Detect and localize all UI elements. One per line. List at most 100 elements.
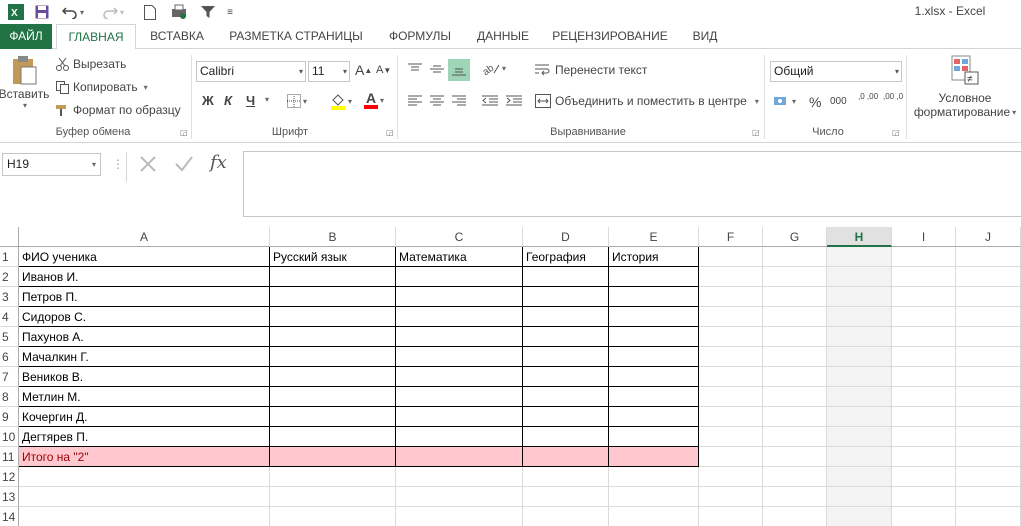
cell-e14[interactable] (609, 507, 699, 526)
cut-button[interactable]: Вырезать (54, 55, 126, 73)
cell-c9[interactable] (396, 407, 523, 427)
column-header-d[interactable]: D (523, 227, 609, 247)
cell-g12[interactable] (763, 467, 827, 487)
align-middle-button[interactable] (430, 63, 444, 75)
cell-f2[interactable] (699, 267, 763, 287)
increase-decimal-button[interactable]: ,0 ,00 (858, 93, 878, 101)
cell-h13[interactable] (827, 487, 892, 507)
copy-button[interactable]: Копировать ▾ (54, 78, 148, 96)
align-left-button[interactable] (408, 95, 422, 107)
undo-icon[interactable]: ▾ (58, 2, 88, 22)
cell-h6[interactable] (827, 347, 892, 367)
row-header-1[interactable]: 1 (0, 247, 19, 267)
column-header-e[interactable]: E (609, 227, 699, 247)
cell-f6[interactable] (699, 347, 763, 367)
cell-j10[interactable] (956, 427, 1021, 447)
row-header-3[interactable]: 3 (0, 287, 19, 307)
cell-g1[interactable] (763, 247, 827, 267)
cell-b2[interactable] (270, 267, 396, 287)
cell-g14[interactable] (763, 507, 827, 526)
cell-f4[interactable] (699, 307, 763, 327)
cell-i3[interactable] (892, 287, 956, 307)
enter-check-icon[interactable] (174, 154, 194, 177)
alignment-launcher-icon[interactable]: ◲ (752, 128, 760, 137)
cell-f12[interactable] (699, 467, 763, 487)
cell-j1[interactable] (956, 247, 1021, 267)
tab-formulas[interactable]: ФОРМУЛЫ (380, 24, 460, 49)
cell-i6[interactable] (892, 347, 956, 367)
cell-f3[interactable] (699, 287, 763, 307)
cell-h5[interactable] (827, 327, 892, 347)
cell-h1[interactable] (827, 247, 892, 267)
cell-d7[interactable] (523, 367, 609, 387)
thousands-separator-button[interactable]: 000 (830, 96, 847, 107)
cell-a5[interactable]: Пахунов А. (19, 327, 270, 347)
cell-i12[interactable] (892, 467, 956, 487)
cell-i4[interactable] (892, 307, 956, 327)
cell-e9[interactable] (609, 407, 699, 427)
cell-h12[interactable] (827, 467, 892, 487)
cell-j11[interactable] (956, 447, 1021, 467)
cell-d9[interactable] (523, 407, 609, 427)
cell-c10[interactable] (396, 427, 523, 447)
tab-file[interactable]: ФАЙЛ (0, 24, 52, 49)
shrink-font-button[interactable]: A ▼ (376, 64, 391, 76)
decrease-decimal-button[interactable]: ,00 ,0 (883, 93, 903, 101)
cell-g3[interactable] (763, 287, 827, 307)
cell-h2[interactable] (827, 267, 892, 287)
clipboard-launcher-icon[interactable]: ◲ (180, 128, 188, 137)
cell-i5[interactable] (892, 327, 956, 347)
cell-a9[interactable]: Кочергин Д. (19, 407, 270, 427)
tab-page-layout[interactable]: РАЗМЕТКА СТРАНИЦЫ (222, 24, 370, 49)
cell-c6[interactable] (396, 347, 523, 367)
filter-icon[interactable] (198, 2, 218, 22)
copy-dropdown-icon[interactable]: ▾ (144, 83, 148, 92)
cell-a8[interactable]: Метлин М. (19, 387, 270, 407)
cell-j8[interactable] (956, 387, 1021, 407)
format-painter-button[interactable]: Формат по образцу (54, 101, 181, 119)
tab-view[interactable]: ВИД (682, 24, 728, 49)
cell-a7[interactable]: Веников В. (19, 367, 270, 387)
cell-c1[interactable]: Математика (396, 247, 523, 267)
bold-button[interactable]: Ж (202, 93, 214, 108)
underline-dropdown-icon[interactable]: ▾ (263, 95, 269, 104)
cell-a12[interactable] (19, 467, 270, 487)
cell-a6[interactable]: Мачалкин Г. (19, 347, 270, 367)
cell-f13[interactable] (699, 487, 763, 507)
row-header-8[interactable]: 8 (0, 387, 19, 407)
cell-c12[interactable] (396, 467, 523, 487)
row-header-5[interactable]: 5 (0, 327, 19, 347)
cancel-icon[interactable] (138, 154, 158, 177)
cell-h10[interactable] (827, 427, 892, 447)
column-header-f[interactable]: F (699, 227, 763, 247)
tab-review[interactable]: РЕЦЕНЗИРОВАНИЕ (548, 24, 672, 49)
cell-d1[interactable]: География (523, 247, 609, 267)
cell-c3[interactable] (396, 287, 523, 307)
cell-d8[interactable] (523, 387, 609, 407)
cell-j3[interactable] (956, 287, 1021, 307)
cell-d5[interactable] (523, 327, 609, 347)
tab-data[interactable]: ДАННЫЕ (468, 24, 538, 49)
cell-b3[interactable] (270, 287, 396, 307)
row-header-13[interactable]: 13 (0, 487, 19, 507)
cell-h11[interactable] (827, 447, 892, 467)
cell-b10[interactable] (270, 427, 396, 447)
cell-b11[interactable] (270, 447, 396, 467)
cell-d14[interactable] (523, 507, 609, 526)
italic-button[interactable]: К (224, 93, 232, 108)
column-header-h[interactable]: H (827, 227, 892, 247)
cell-e4[interactable] (609, 307, 699, 327)
cell-i2[interactable] (892, 267, 956, 287)
font-color-button[interactable]: A ▾ (364, 91, 384, 109)
cell-e8[interactable] (609, 387, 699, 407)
cell-j6[interactable] (956, 347, 1021, 367)
cell-g10[interactable] (763, 427, 827, 447)
cell-d13[interactable] (523, 487, 609, 507)
new-document-icon[interactable] (140, 2, 160, 22)
cell-g13[interactable] (763, 487, 827, 507)
cell-e12[interactable] (609, 467, 699, 487)
fill-color-button[interactable]: ▾ (330, 93, 352, 110)
cell-c7[interactable] (396, 367, 523, 387)
cell-j12[interactable] (956, 467, 1021, 487)
underline-button[interactable]: Ч (246, 93, 255, 108)
